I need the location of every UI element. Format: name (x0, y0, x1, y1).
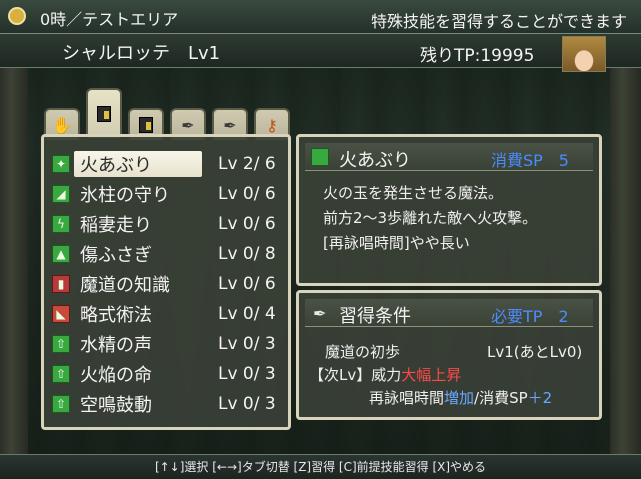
tree-trunk (610, 68, 641, 454)
skill-level: Lv 2/ 6 (218, 154, 276, 174)
remaining-tp: 残りTP:19995 (420, 46, 535, 66)
description-line: 火の玉を発生させる魔法。 (323, 184, 504, 202)
skill-level: Lv 0/ 3 (218, 364, 276, 384)
list-item[interactable]: ▮ 魔道の知識 Lv 0/ 6 (50, 269, 282, 299)
skill-detail-panel: 火あぶり 消費SP 5 火の玉を発生させる魔法。 前方2～3歩離れた敵へ火攻撃。… (296, 134, 602, 286)
top-bar: 0時／テストエリア 特殊技能を習得することができます (0, 0, 641, 34)
list-item[interactable]: ◣ 略式術法 Lv 0/ 4 (50, 299, 282, 329)
skill-level: Lv 0/ 3 (218, 334, 276, 354)
prerequisite-level: Lv1(あとLv0) (487, 343, 583, 361)
list-item[interactable]: ⇧ 空鳴鼓動 Lv 0/ 3 (50, 389, 282, 419)
book-icon (139, 117, 153, 133)
list-item[interactable]: ⇧ 火焔の命 Lv 0/ 3 (50, 359, 282, 389)
skill-list: ✦ 火あぶり Lv 2/ 6 ◢ 氷柱の守り Lv 0/ 6 ϟ 稲妻走り Lv… (41, 134, 291, 430)
character-portrait (562, 36, 606, 72)
sp-label: /消費SP (474, 389, 528, 407)
skill-name: 火あぶり (80, 155, 152, 176)
skill-name: 魔道の知識 (80, 275, 170, 296)
skill-name: 火焔の命 (80, 365, 152, 386)
skill-level: Lv 0/ 6 (218, 184, 276, 204)
requirement-header: ✒ 習得条件 必要TP 2 (305, 299, 593, 327)
arrow-up-icon: ⇧ (52, 365, 70, 383)
skill-name: 空鳴鼓動 (80, 395, 152, 416)
arrow-up-icon: ⇧ (52, 395, 70, 413)
lightning-skill-icon: ϟ (52, 215, 70, 233)
sp-cost: 消費SP 5 (491, 151, 569, 170)
skill-level: Lv 0/ 8 (218, 244, 276, 264)
quill-icon: ✒ (223, 115, 237, 135)
skill-level: Lv 0/ 6 (218, 214, 276, 234)
character-name: シャルロッテ Lv1 (62, 43, 221, 64)
skill-name: 傷ふさぎ (80, 245, 152, 266)
knowledge-skill-icon: ▮ (52, 275, 70, 293)
next-level-recast: 再詠唱時間増加/消費SP＋2 (369, 387, 552, 408)
power-increase: 大幅上昇 (401, 366, 462, 384)
hand-icon: ✋ (52, 115, 72, 135)
skill-name: 水精の声 (80, 335, 152, 356)
skill-name: 稲妻走り (80, 215, 152, 236)
next-level-effect: 【次Lv】威力大幅上昇 (309, 364, 461, 385)
list-item[interactable]: ✦ 火あぶり Lv 2/ 6 (50, 149, 282, 179)
sp-increase: ＋2 (527, 389, 553, 407)
skill-level: Lv 0/ 3 (218, 394, 276, 414)
tree-trunk (0, 68, 28, 454)
list-item[interactable]: ϟ 稲妻走り Lv 0/ 6 (50, 209, 282, 239)
book-icon (97, 106, 111, 122)
requirement-title: 習得条件 (339, 306, 411, 327)
torch-icon: ⚷ (266, 115, 278, 135)
location-label: 0時／テストエリア (40, 10, 179, 29)
arrow-up-icon: ⇧ (52, 335, 70, 353)
skill-level: Lv 0/ 6 (218, 274, 276, 294)
skill-name: 略式術法 (80, 305, 152, 326)
fire-skill-icon (311, 148, 329, 166)
quill-icon: ✒ (313, 304, 327, 323)
coin-icon (8, 7, 26, 25)
prerequisite-skill: 魔道の初歩 (325, 343, 401, 361)
key-help-bar: [↑↓]選択 [←→]タブ切替 [Z]習得 [C]前提技能習得 [X]やめる (0, 454, 641, 479)
skill-description: 火の玉を発生させる魔法。 前方2～3歩離れた敵へ火攻撃。 [再詠唱時間]やや長い (323, 181, 537, 256)
skill-level: Lv 0/ 4 (218, 304, 276, 324)
spell-skill-icon: ◣ (52, 305, 70, 323)
ice-skill-icon: ◢ (52, 185, 70, 203)
next-level-prefix: 【次Lv】威力 (309, 366, 402, 384)
description-line: 前方2～3歩離れた敵へ火攻撃。 (323, 209, 538, 227)
skill-detail-name: 火あぶり (339, 150, 411, 171)
description-line: [再詠唱時間]やや長い (323, 234, 470, 252)
tp-required: 必要TP 2 (491, 307, 569, 326)
skill-name: 氷柱の守り (80, 185, 170, 206)
list-item[interactable]: ▲ 傷ふさぎ Lv 0/ 8 (50, 239, 282, 269)
list-item[interactable]: ⇧ 水精の声 Lv 0/ 3 (50, 329, 282, 359)
list-item[interactable]: ◢ 氷柱の守り Lv 0/ 6 (50, 179, 282, 209)
tab-book-active[interactable] (86, 88, 122, 138)
skill-detail-header: 火あぶり 消費SP 5 (305, 143, 593, 171)
heal-skill-icon: ▲ (52, 245, 70, 263)
recast-label: 再詠唱時間 (369, 389, 445, 407)
requirement-panel: ✒ 習得条件 必要TP 2 魔道の初歩 Lv1(あとLv0) 【次Lv】威力大幅… (296, 290, 602, 420)
quill-icon: ✒ (181, 115, 195, 135)
fire-skill-icon: ✦ (52, 155, 70, 173)
character-bar: シャルロッテ Lv1 残りTP:19995 (0, 34, 641, 68)
recast-increase: 増加 (444, 389, 475, 407)
hint-text: 特殊技能を習得することができます (370, 12, 627, 31)
